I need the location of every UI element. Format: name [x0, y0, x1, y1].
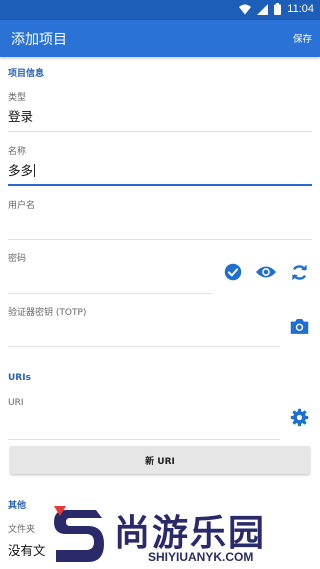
signal-icon	[257, 3, 269, 15]
divider	[8, 439, 280, 440]
wifi-icon	[239, 4, 252, 14]
regenerate-icon[interactable]	[290, 263, 309, 282]
password-label: 密码	[8, 254, 27, 264]
page-title: 添加项目	[11, 32, 67, 48]
section-title-uris: URIs	[8, 373, 31, 383]
name-underline-active	[8, 184, 312, 186]
uri-label: URI	[8, 398, 24, 408]
status-time: 11:04	[287, 3, 314, 15]
folder-label: 文件夹	[8, 525, 36, 535]
type-value: 登录	[8, 109, 34, 124]
divider	[8, 293, 213, 294]
status-icons: 11:04	[239, 3, 314, 15]
text-cursor	[34, 164, 36, 177]
save-button[interactable]: 保存	[293, 31, 312, 45]
divider	[8, 131, 312, 132]
name-input[interactable]: 多多	[8, 160, 36, 179]
new-uri-button[interactable]: 新 URI	[10, 446, 310, 474]
new-uri-label: 新 URI	[145, 456, 175, 467]
section-title-item-info: 项目信息	[8, 69, 45, 79]
gear-icon[interactable]	[290, 408, 309, 427]
eye-icon[interactable]	[255, 264, 277, 280]
status-bar: 11:04	[0, 0, 320, 20]
divider	[8, 239, 312, 240]
watermark-text: 尚游乐园	[114, 513, 267, 554]
check-password-icon[interactable]	[224, 263, 242, 281]
camera-icon[interactable]	[289, 317, 310, 335]
name-value: 多多	[8, 163, 34, 178]
divider	[8, 346, 280, 347]
app-bar: 添加项目 保存	[0, 20, 320, 57]
totp-label: 验证器密钥 (TOTP)	[8, 308, 87, 318]
name-label: 名称	[8, 147, 27, 157]
watermark-logo-icon	[54, 506, 104, 562]
watermark-url: SHIYIUANYK.COM	[148, 550, 254, 564]
folder-value: 没有文	[8, 543, 46, 558]
section-title-other: 其他	[8, 501, 27, 511]
type-label: 类型	[8, 93, 27, 103]
watermark: 尚游乐园 SHIYIUANYK.COM	[52, 501, 320, 569]
username-label: 用户名	[8, 201, 36, 211]
battery-icon	[274, 3, 282, 15]
